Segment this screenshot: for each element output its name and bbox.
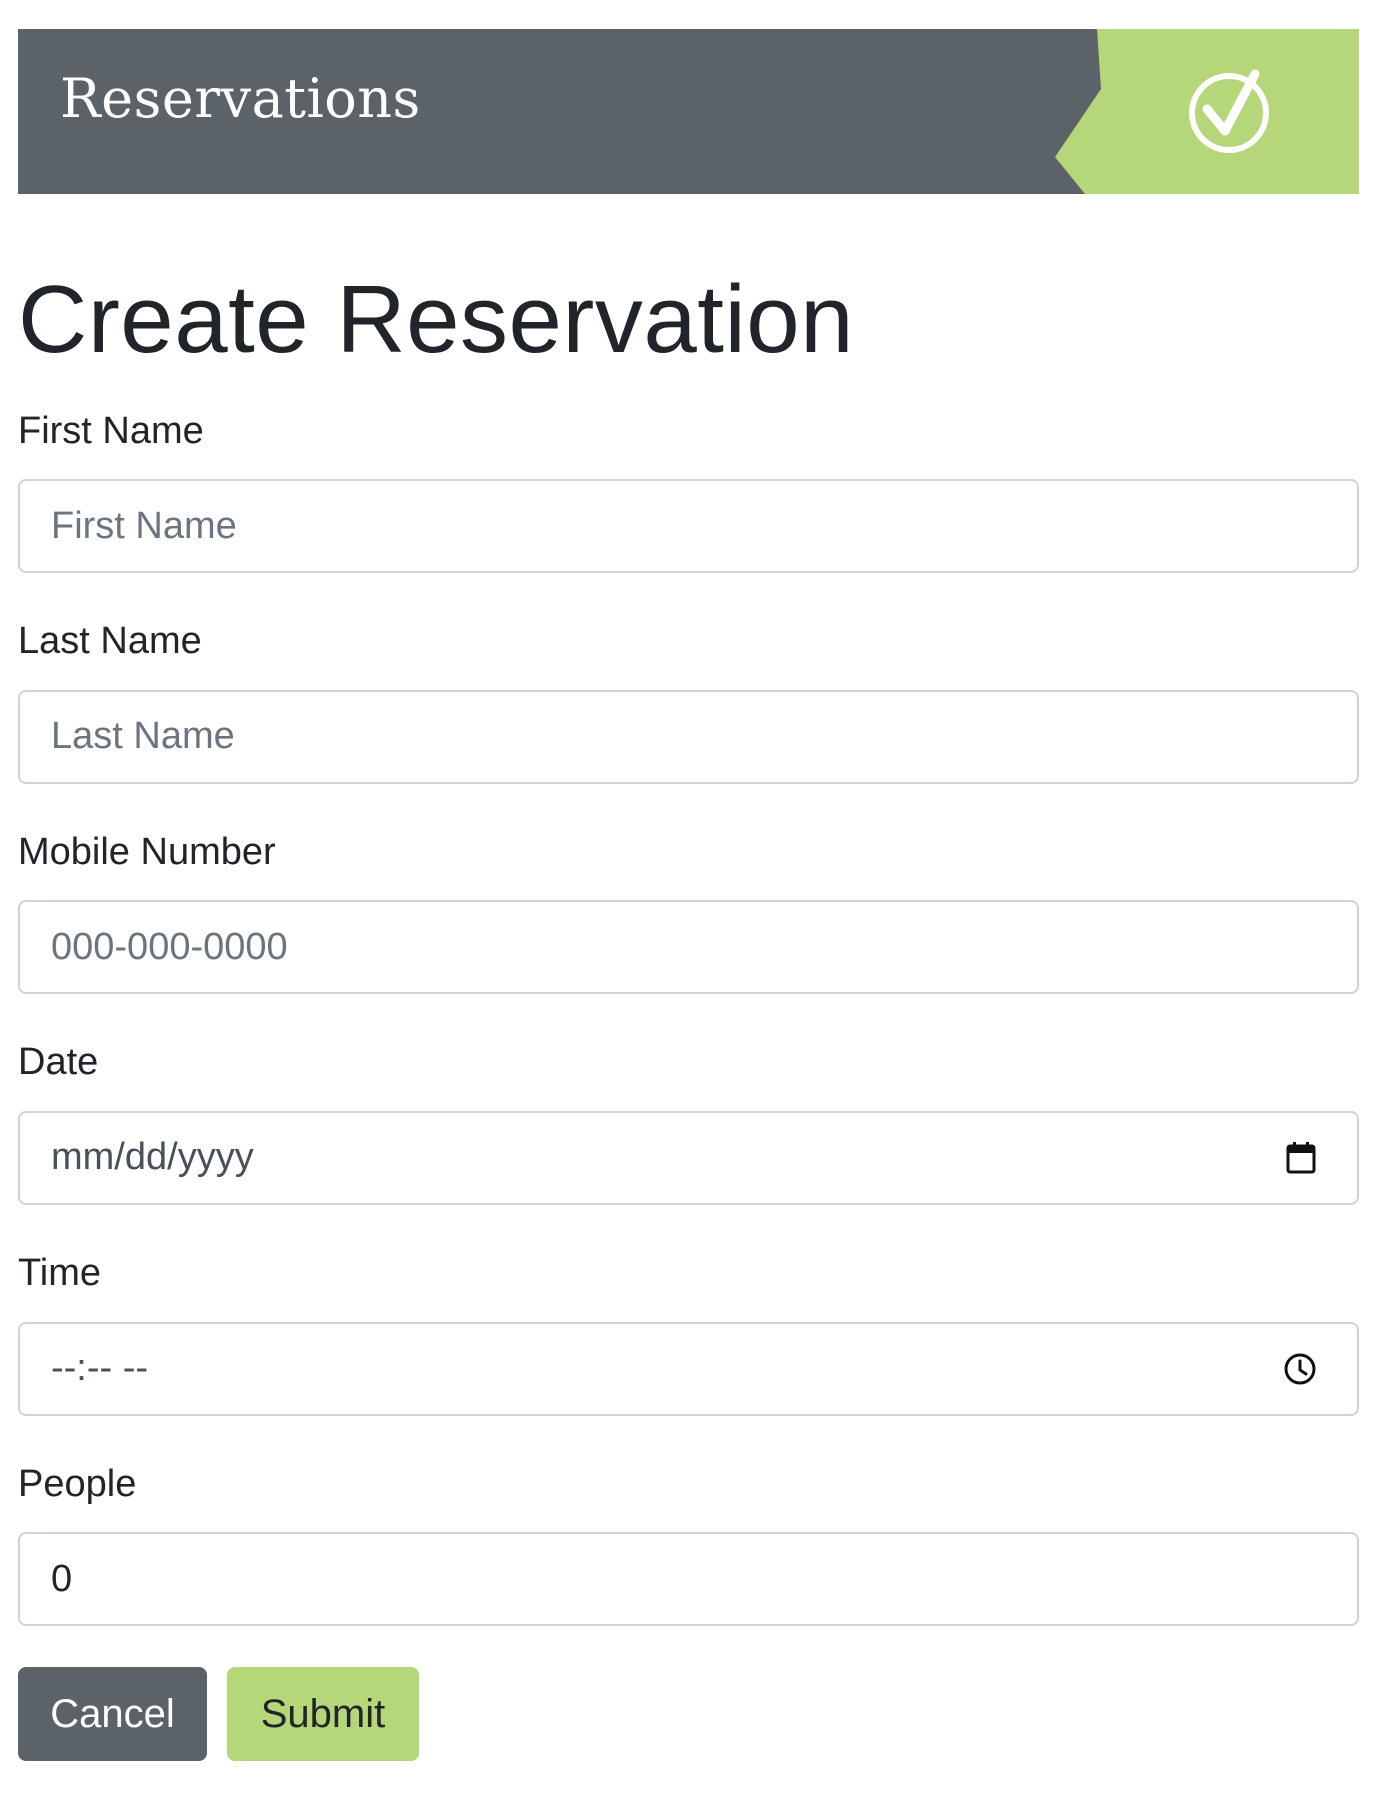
time-input[interactable]: --:-- -- [18, 1321, 1359, 1416]
time-group: Time --:-- -- [18, 1251, 1359, 1416]
time-placeholder: --:-- -- [51, 1347, 149, 1390]
clock-icon[interactable] [1283, 1352, 1317, 1386]
last-name-group: Last Name Last Name [18, 619, 1359, 784]
header-banner: Reservations [18, 29, 1359, 194]
mobile-number-input[interactable]: 000-000-0000 [18, 900, 1359, 995]
date-input[interactable]: mm/dd/yyyy [18, 1110, 1359, 1205]
form-actions: Cancel Submit [18, 1667, 1359, 1762]
cancel-button[interactable]: Cancel [18, 1667, 207, 1762]
people-value: 0 [51, 1557, 73, 1600]
app-title: Reservations [60, 67, 421, 130]
mobile-number-label: Mobile Number [18, 830, 276, 873]
check-circle-icon [1055, 29, 1359, 194]
date-placeholder: mm/dd/yyyy [51, 1136, 254, 1179]
date-group: Date mm/dd/yyyy [18, 1040, 1359, 1205]
last-name-placeholder: Last Name [51, 715, 235, 758]
calendar-icon[interactable] [1285, 1141, 1317, 1175]
first-name-placeholder: First Name [51, 504, 237, 547]
page-title: Create Reservation [18, 266, 855, 373]
people-input[interactable]: 0 [18, 1532, 1359, 1627]
last-name-input[interactable]: Last Name [18, 689, 1359, 784]
date-label: Date [18, 1041, 99, 1084]
first-name-group: First Name First Name [18, 409, 1359, 574]
page-container: Reservations Create Reservation First Na… [18, 29, 1359, 1762]
people-group: People 0 [18, 1462, 1359, 1627]
mobile-number-group: Mobile Number 000-000-0000 [18, 830, 1359, 995]
mobile-number-placeholder: 000-000-0000 [51, 925, 288, 968]
last-name-label: Last Name [18, 620, 202, 663]
first-name-label: First Name [18, 409, 204, 452]
time-label: Time [18, 1251, 102, 1294]
first-name-input[interactable]: First Name [18, 479, 1359, 574]
submit-button[interactable]: Submit [227, 1667, 419, 1762]
people-label: People [18, 1462, 137, 1505]
